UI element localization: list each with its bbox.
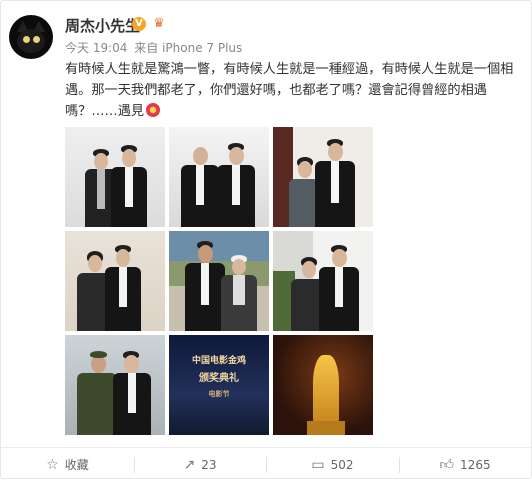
author-name[interactable]: 周杰小先生 <box>65 15 140 36</box>
comment-icon: ▭ <box>311 456 325 473</box>
star-icon: ☆ <box>46 456 59 473</box>
repost-count: 23 <box>201 457 217 472</box>
cat-eye-right <box>33 36 40 43</box>
action-bar: ☆ 收藏 ↗ 23 ▭ 502 👍︎ 1265 <box>1 447 531 481</box>
comment-button[interactable]: ▭ 502 <box>266 448 399 481</box>
post-via-label: 来自 <box>134 41 159 55</box>
photo-8[interactable]: 中国电影金鸡 颁奖典礼 电影节 <box>169 335 269 435</box>
post-time[interactable]: 今天 19:04 <box>65 41 127 55</box>
thumbs-up-icon: 👍︎ <box>439 457 455 473</box>
photo-2[interactable] <box>169 127 269 227</box>
cat-eye-left <box>23 36 30 43</box>
flower-emoji-icon <box>146 103 161 117</box>
avatar[interactable] <box>9 15 53 59</box>
post-text-content: 有時候人生就是驚鴻一瞥，有時候人生就是一種經過，有時候人生就是一個相遇。那一天我… <box>65 62 514 119</box>
repost-icon: ↗ <box>183 456 196 473</box>
vip-crown-icon: ♛ <box>153 16 165 31</box>
photo-4[interactable] <box>65 231 165 331</box>
post-device[interactable]: iPhone 7 Plus <box>162 41 242 55</box>
photo-7[interactable] <box>65 335 165 435</box>
cat-face <box>17 29 45 53</box>
photo-6[interactable] <box>273 231 373 331</box>
photo-9[interactable] <box>273 335 373 435</box>
post-text: 有時候人生就是驚鴻一瞥，有時候人生就是一種經過，有時候人生就是一個相遇。那一天我… <box>65 59 519 122</box>
photo-1[interactable] <box>65 127 165 227</box>
comment-count: 502 <box>330 457 354 472</box>
photo-3[interactable] <box>273 127 373 227</box>
favorite-button[interactable]: ☆ 收藏 <box>1 448 134 481</box>
like-count: 1265 <box>460 457 491 472</box>
like-button[interactable]: 👍︎ 1265 <box>399 448 531 481</box>
verified-badge-icon: V <box>132 17 146 31</box>
post-meta: 今天 19:04 来自 iPhone 7 Plus <box>65 39 242 56</box>
weibo-post-card: 周杰小先生 V ♛ 今天 19:04 来自 iPhone 7 Plus 有時候人… <box>0 0 532 479</box>
photo-5[interactable] <box>169 231 269 331</box>
favorite-label: 收藏 <box>64 458 89 472</box>
repost-button[interactable]: ↗ 23 <box>134 448 266 481</box>
